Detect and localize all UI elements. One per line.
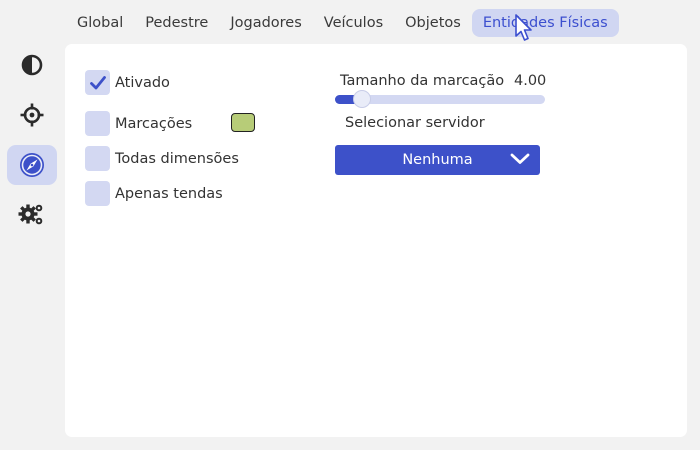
slider-thumb[interactable] <box>354 91 371 107</box>
server-dropdown[interactable]: Nenhuma <box>335 145 540 175</box>
contrast-icon <box>21 54 43 76</box>
tents-only-option[interactable]: Apenas tendas <box>85 181 223 206</box>
sidebar-item-appearance[interactable] <box>7 45 57 85</box>
sidebar <box>7 45 57 245</box>
sidebar-item-navigation[interactable] <box>7 145 57 185</box>
marker-size-value: 4.00 <box>514 73 547 89</box>
marker-size-slider[interactable] <box>335 91 545 107</box>
chevron-down-icon <box>510 153 530 164</box>
mouse-cursor-icon <box>515 14 532 41</box>
markers-option[interactable]: Marcações <box>85 111 192 136</box>
check-icon <box>89 75 106 89</box>
sidebar-item-targeting[interactable] <box>7 95 57 135</box>
tab-physical-entities[interactable]: Entidades Físicas <box>471 9 619 37</box>
enabled-label: Ativado <box>115 74 170 91</box>
enabled-option[interactable]: Ativado <box>85 70 170 95</box>
compass-icon <box>20 153 44 177</box>
crosshair-icon <box>20 103 44 127</box>
markers-color-swatch[interactable] <box>231 113 255 132</box>
markers-checkbox[interactable] <box>85 111 110 136</box>
sidebar-item-settings[interactable] <box>7 195 57 235</box>
markers-label: Marcações <box>115 115 193 132</box>
enabled-checkbox[interactable] <box>85 70 110 95</box>
server-select-label: Selecionar servidor <box>345 115 485 131</box>
all-dimensions-checkbox[interactable] <box>85 146 110 171</box>
tab-global[interactable]: Global <box>66 9 134 37</box>
server-dropdown-value: Nenhuma <box>402 152 473 168</box>
tab-pedestrian[interactable]: Pedestre <box>134 9 219 37</box>
all-dimensions-option[interactable]: Todas dimensões <box>85 146 239 171</box>
tents-only-checkbox[interactable] <box>85 181 110 206</box>
tab-players[interactable]: Jogadores <box>219 9 312 37</box>
tab-bar: Global Pedestre Jogadores Veículos Objet… <box>66 9 619 37</box>
gears-icon <box>18 204 43 225</box>
all-dimensions-label: Todas dimensões <box>115 150 239 167</box>
marker-size-label: Tamanho da marcação <box>340 73 505 89</box>
tab-objects[interactable]: Objetos <box>394 9 472 37</box>
tab-vehicles[interactable]: Veículos <box>313 9 394 37</box>
tents-only-label: Apenas tendas <box>115 185 223 202</box>
settings-panel: Ativado Marcações Todas dimensões Apenas… <box>65 44 687 437</box>
